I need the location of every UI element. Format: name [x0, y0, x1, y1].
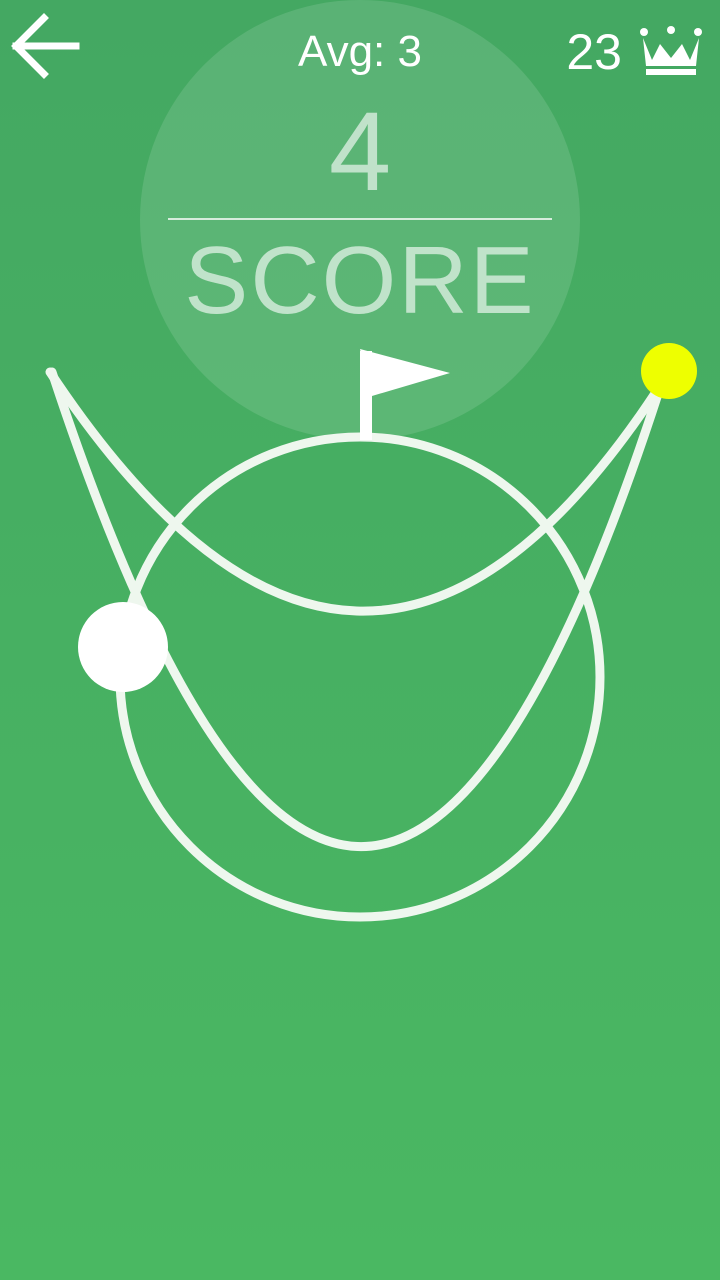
flag-icon	[360, 349, 450, 396]
course-track	[45, 343, 697, 922]
player-ball	[78, 602, 168, 692]
target-ball	[641, 343, 697, 399]
game-screen[interactable]: Avg: 3 23 4 SCORE	[0, 0, 720, 1280]
